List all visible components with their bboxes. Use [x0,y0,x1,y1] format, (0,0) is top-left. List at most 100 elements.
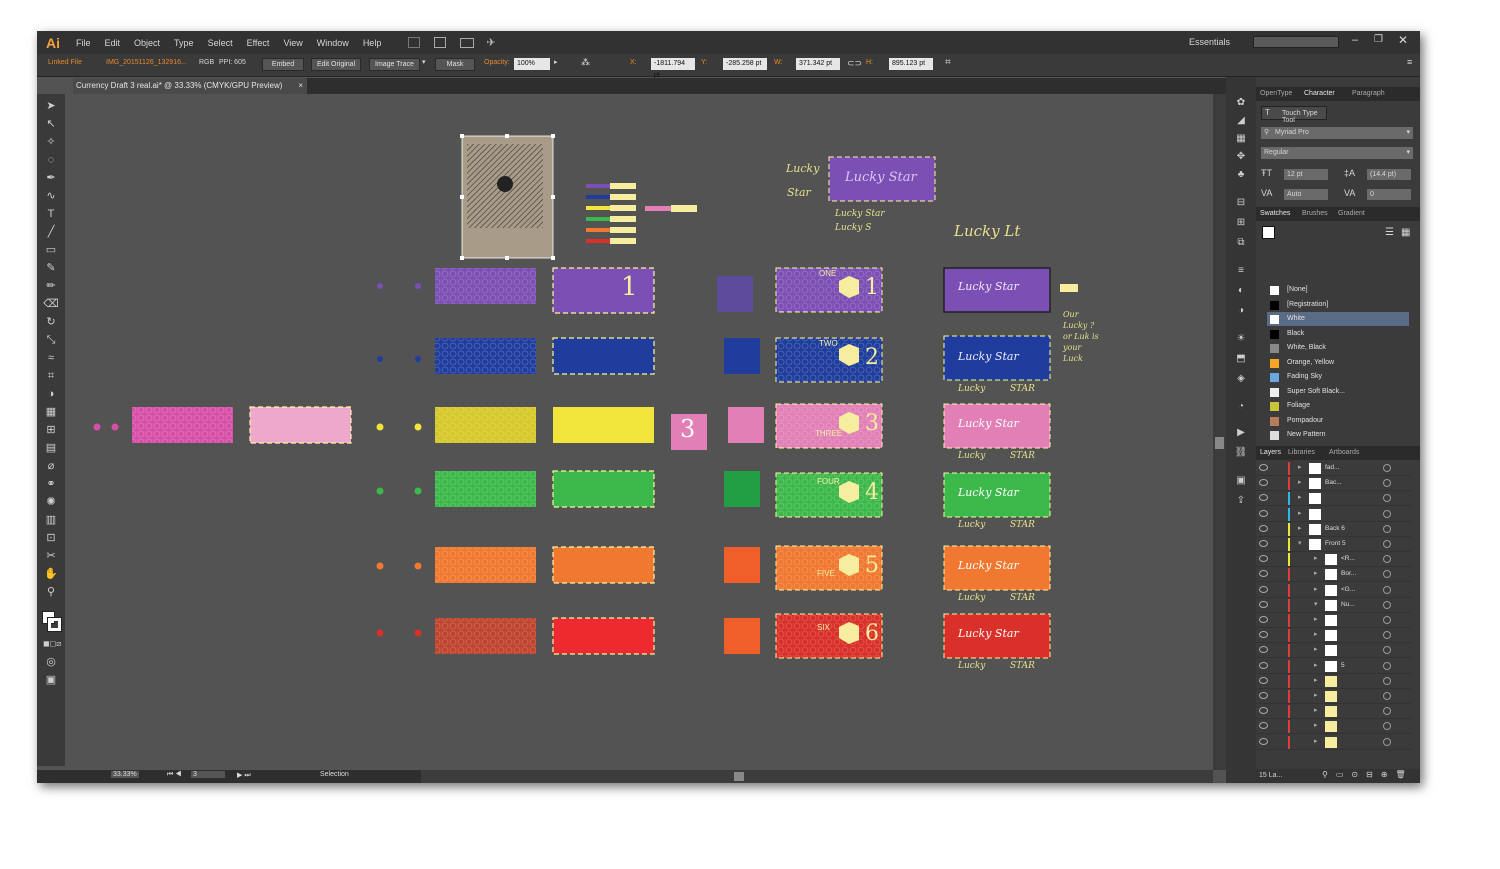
visibility-eye-icon[interactable] [1259,570,1268,578]
layer-row[interactable]: ▸ <G... [1256,583,1411,598]
target-circle-icon[interactable] [1383,616,1391,624]
menu-effect[interactable]: Effect [240,38,277,48]
maximize-icon[interactable]: ❐ [1374,34,1383,45]
transform-icon[interactable]: ⌗ [945,57,951,68]
visibility-eye-icon[interactable] [1259,707,1268,715]
reference-point-icon[interactable]: ⁂ [581,57,590,68]
align-icon[interactable]: ⊟ [1234,197,1248,209]
target-circle-icon[interactable] [1383,692,1391,700]
gradient-icon[interactable]: ◐ [1234,285,1248,297]
layers-icon[interactable]: ◈ [1234,373,1248,385]
artboards-icon[interactable]: ▣ [1234,475,1248,487]
expand-triangle-icon[interactable]: ▸ [1314,554,1318,562]
color-mode-icons[interactable]: ◼◻⧄ [43,637,61,651]
target-circle-icon[interactable] [1383,661,1391,670]
target-circle-icon[interactable] [1383,494,1391,503]
layer-row[interactable]: ▸ [1256,674,1411,689]
arrange-documents-icon[interactable] [460,37,475,48]
layer-row[interactable]: ▾ Nu... [1256,598,1411,613]
menu-select[interactable]: Select [201,38,240,48]
document-tab[interactable]: Currency Draft 3 real.ai* @ 33.33% (CMYK… [73,78,307,94]
navigator-icon[interactable]: ◔ [1234,401,1248,413]
menu-file[interactable]: File [69,38,98,48]
tab-layers[interactable]: Layers [1260,449,1281,456]
target-circle-icon[interactable] [1383,631,1391,640]
visibility-eye-icon[interactable] [1259,661,1268,669]
target-circle-icon[interactable] [1383,555,1391,564]
paintbrush-tool-icon[interactable]: ✎ [43,261,59,275]
magic-wand-tool-icon[interactable]: ✧ [43,135,59,149]
opacity-arrow-icon[interactable]: ▸ [554,58,558,66]
touch-type-tool-button[interactable]: T Touch Type Tool [1261,106,1327,124]
expand-triangle-icon[interactable]: ▸ [1314,691,1318,699]
horizontal-scroll-thumb[interactable] [734,772,744,781]
expand-triangle-icon[interactable]: ▸ [1314,676,1318,684]
rectangle-tool-icon[interactable]: ▭ [43,243,59,257]
tab-artboards[interactable]: Artboards [1329,449,1359,456]
menu-help[interactable]: Help [356,38,389,48]
appearance-icon[interactable]: ☀ [1234,333,1248,345]
target-circle-icon[interactable] [1383,479,1391,488]
tab-opentype[interactable]: OpenType [1260,90,1292,97]
target-circle-icon[interactable] [1383,464,1391,472]
blend-tool-icon[interactable]: ⚭ [43,477,59,491]
layer-row[interactable]: ▸ <R... [1256,552,1411,568]
links-icon[interactable]: ⛓ [1234,447,1248,459]
symbols-icon[interactable]: ♣ [1234,169,1248,181]
scale-tool-icon[interactable]: ⤡ [43,333,59,347]
vertical-scroll-thumb[interactable] [1215,437,1224,449]
color-guide-icon[interactable]: ◢ [1234,115,1248,127]
swatch-row[interactable]: Black [1267,327,1409,341]
target-circle-icon[interactable] [1383,737,1391,746]
close-tab-icon[interactable]: × [298,78,303,94]
visibility-eye-icon[interactable] [1259,646,1268,654]
layer-row[interactable]: ▸ [1256,507,1411,522]
visibility-eye-icon[interactable] [1259,524,1268,532]
target-circle-icon[interactable] [1383,524,1391,533]
x-field[interactable]: -1811.794 pt [651,58,695,79]
layer-row[interactable]: ▸ [1256,628,1411,644]
brushes-icon[interactable]: ✥ [1234,151,1248,163]
w-field[interactable]: 371.342 pt [796,58,840,70]
swatch-row[interactable]: Fading Sky [1267,370,1409,384]
font-size-field[interactable]: 12 pt [1284,169,1328,180]
vertical-scrollbar[interactable] [1213,94,1226,770]
gpu-performance-icon[interactable]: ✈ [486,36,495,49]
stock-icon[interactable] [434,37,447,48]
tracking-field[interactable]: 0 [1367,189,1411,200]
layer-row[interactable]: ▸ fad... [1256,461,1411,476]
layer-row[interactable]: ▸ [1256,704,1411,720]
grid-view-icon[interactable]: ▦ [1401,227,1410,238]
pathfinder-icon[interactable]: ⧉ [1234,237,1248,249]
swatches-icon[interactable]: ▦ [1234,133,1248,145]
expand-triangle-icon[interactable]: ▾ [1314,600,1318,608]
type-tool-icon[interactable]: T [43,207,59,221]
target-circle-icon[interactable] [1383,646,1391,655]
swatch-row[interactable]: [None] [1267,283,1409,297]
drawing-mode-icon[interactable]: ◎ [43,655,59,669]
free-transform-tool-icon[interactable]: ⌗ [43,369,59,383]
target-circle-icon[interactable] [1383,585,1391,594]
selection-tool-icon[interactable]: ➤ [43,99,59,113]
h-field[interactable]: 895.123 pt [889,58,933,70]
mesh-tool-icon[interactable]: ⊞ [43,423,59,437]
tab-character[interactable]: Character [1304,90,1335,97]
expand-triangle-icon[interactable]: ▸ [1298,509,1302,517]
target-circle-icon[interactable] [1383,707,1391,716]
expand-triangle-icon[interactable]: ▸ [1314,585,1318,593]
tab-libraries[interactable]: Libraries [1288,449,1315,456]
artboard-nav-next-icons[interactable]: ▶ ⏭ [237,771,251,780]
visibility-eye-icon[interactable] [1259,676,1268,684]
transparency-icon[interactable]: ◑ [1234,305,1248,317]
asset-export-icon[interactable]: ⇪ [1234,495,1248,507]
target-circle-icon[interactable] [1383,600,1391,609]
menu-view[interactable]: View [276,38,309,48]
layer-row[interactable]: ▸ [1256,613,1411,628]
font-family-field[interactable]: ⚲ Myriad Pro ▾ [1261,127,1413,139]
menu-window[interactable]: Window [310,38,356,48]
visibility-eye-icon[interactable] [1259,692,1268,699]
visibility-eye-icon[interactable] [1259,600,1268,608]
y-field[interactable]: -285.258 pt [723,58,767,70]
symbol-sprayer-tool-icon[interactable]: ✺ [43,495,59,509]
visibility-eye-icon[interactable] [1259,737,1268,745]
